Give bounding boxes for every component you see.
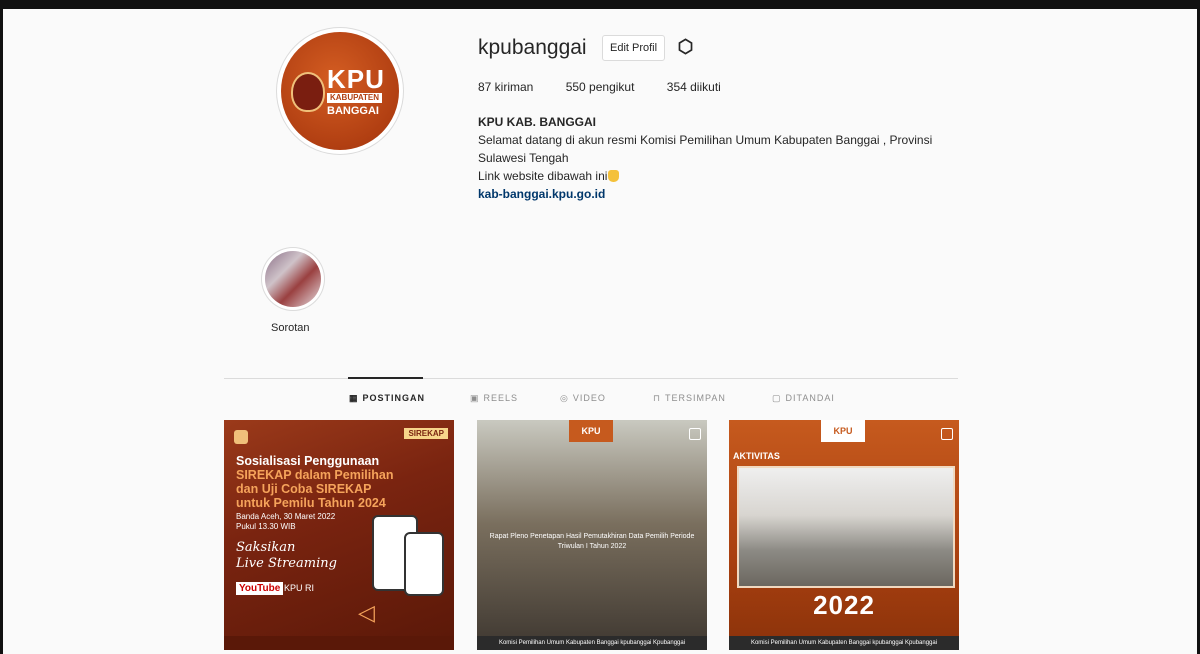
pointing-hand-icon — [608, 170, 620, 182]
active-tab-indicator — [348, 377, 423, 379]
carousel-indicator-icon — [941, 428, 953, 440]
bio-line: Sulawesi Tengah — [478, 151, 569, 165]
following-count[interactable]: 354 diikuti — [667, 80, 721, 94]
bookmark-icon: ⊓ — [653, 393, 662, 403]
bio-name: KPU KAB. BANGGAI — [478, 115, 597, 129]
tagged-icon: ▢ — [772, 393, 782, 403]
tab-postingan[interactable]: ▦ POSTINGAN — [349, 393, 425, 404]
post-caption: Rapat Pleno Penetapan Hasil Pemutakhiran… — [489, 533, 695, 550]
followers-count[interactable]: 550 pengikut — [566, 80, 635, 94]
kpu-tag: KPU — [569, 420, 613, 442]
logo-kpu-text: KPU — [327, 64, 385, 94]
reel-indicator-icon — [689, 428, 701, 440]
youtube-logo: YouTube — [236, 582, 284, 595]
video-icon: ◎ — [560, 393, 569, 403]
post-footer-bar: Komisi Pemilihan Umum Kabupaten Banggai … — [477, 636, 707, 650]
profile-avatar[interactable]: KPU KABUPATEN BANGGAI — [277, 28, 403, 154]
tab-tersimpan[interactable]: ⊓ TERSIMPAN — [653, 393, 726, 404]
tabs-divider — [224, 378, 958, 379]
tab-video[interactable]: ◎ VIDEO — [560, 393, 606, 404]
kpu-logo: KPU KABUPATEN BANGGAI — [281, 32, 399, 150]
tab-ditandai[interactable]: ▢ DITANDAI — [772, 393, 835, 404]
bio-line: Selamat datang di akun resmi Komisi Pemi… — [478, 133, 933, 147]
post-tile[interactable]: SIREKAP Sosialisasi Penggunaan SIREKAP d… — [224, 420, 454, 650]
profile-bio: KPU KAB. BANGGAI Selamat datang di akun … — [478, 113, 958, 203]
post-script-text: Saksikan Live Streaming — [236, 540, 337, 571]
highlight-thumbnail — [265, 251, 321, 307]
logo-banggai-text: BANGGAI — [327, 105, 379, 117]
grid-icon: ▦ — [349, 393, 359, 403]
phone-mockup — [404, 532, 444, 596]
youtube-channel: KPU RI — [284, 583, 315, 593]
sirekap-badge: SIREKAP — [404, 428, 448, 439]
tab-reels[interactable]: ▣ REELS — [470, 393, 518, 404]
posts-count: 87 kiriman — [478, 80, 534, 94]
highlight-label: Sorotan — [271, 322, 310, 334]
garuda-emblem-icon — [291, 72, 325, 112]
settings-gear-icon[interactable] — [677, 38, 694, 55]
edit-profile-button[interactable]: Edit Profil — [602, 35, 666, 61]
post-footer-bar: Komisi Pemilihan Umum Kabupaten Banggai … — [729, 636, 959, 650]
highlight-story[interactable] — [262, 248, 324, 310]
activity-label: AKTIVITAS — [733, 451, 780, 461]
year-label: 2022 — [813, 590, 875, 620]
post-subtext: Banda Aceh, 30 Maret 2022 Pukul 13.30 WI… — [236, 512, 336, 531]
meeting-photo — [737, 466, 955, 588]
bio-line: Link website dibawah ini — [478, 167, 958, 185]
post-tile[interactable]: KPU Rapat Pleno Penetapan Hasil Pemutakh… — [477, 420, 707, 650]
arrow-left-icon: ◁ — [358, 600, 375, 625]
logo-kabupaten-text: KABUPATEN — [327, 93, 383, 103]
post-tile[interactable]: KPU AKTIVITAS 2022 Komisi Pemilihan Umum… — [729, 420, 959, 650]
kpu-tag: KPU — [821, 420, 865, 442]
post-footer-bar — [224, 636, 454, 650]
reels-icon: ▣ — [470, 393, 480, 403]
profile-stats: 87 kiriman 550 pengikut 354 diikuti — [478, 80, 750, 94]
profile-username: kpubanggai — [478, 36, 587, 59]
kpu-emblem-icon — [234, 430, 248, 444]
website-link[interactable]: kab-banggai.kpu.go.id — [478, 185, 958, 203]
post-heading: Sosialisasi Penggunaan SIREKAP dalam Pem… — [236, 454, 394, 510]
